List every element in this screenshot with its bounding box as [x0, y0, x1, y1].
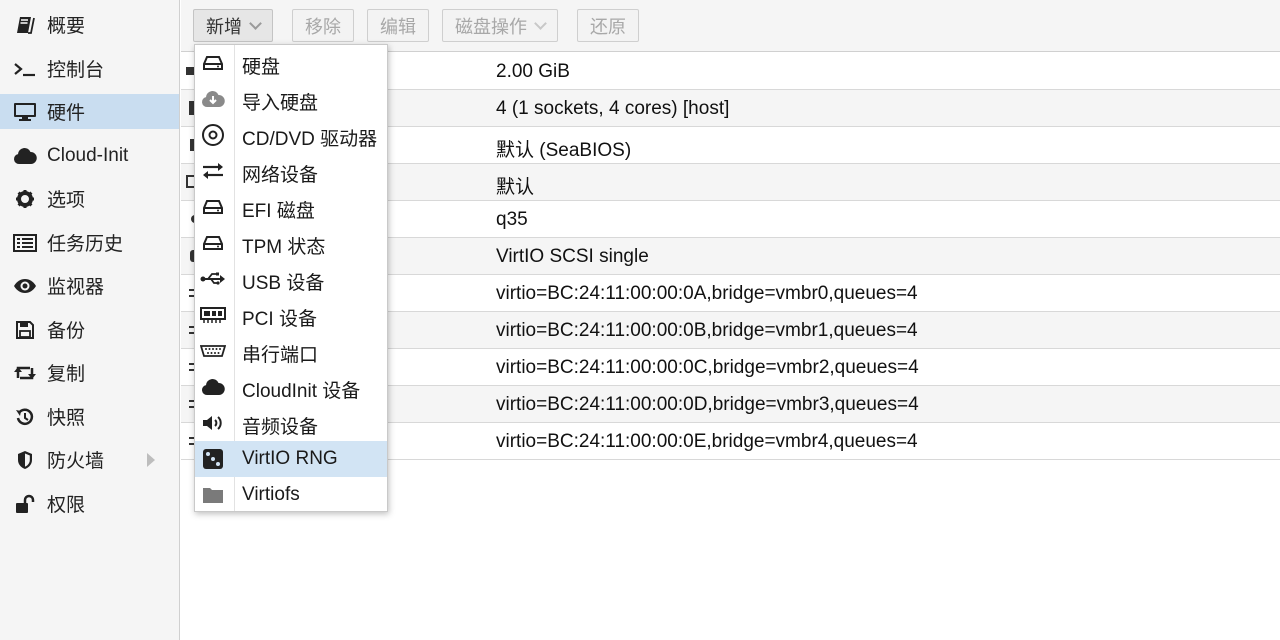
- sidebar-item-hardware[interactable]: 硬件: [0, 94, 179, 129]
- cloud-icon: [199, 374, 227, 400]
- floppy-icon: [12, 319, 38, 341]
- chevron-down-icon: [249, 16, 262, 30]
- table-cell-value: VirtIO SCSI single: [496, 246, 649, 267]
- edit-button[interactable]: 编辑: [367, 9, 429, 42]
- volume-icon: [199, 410, 227, 436]
- terminal-icon: [12, 58, 38, 80]
- table-cell-value: virtio=BC:24:11:00:00:0C,bridge=vmbr2,qu…: [496, 357, 919, 378]
- table-cell-value: virtio=BC:24:11:00:00:0D,bridge=vmbr3,qu…: [496, 394, 919, 415]
- table-cell-value: 2.00 GiB: [496, 61, 570, 82]
- disk-action-button[interactable]: 磁盘操作: [442, 9, 558, 42]
- menu-item-tpm-state[interactable]: TPM 状态: [195, 225, 387, 261]
- add-dropdown-menu: 硬盘 导入硬盘 CD/DVD 驱动器 网络设备 EFI 磁盘 TPM 状态 US…: [194, 44, 388, 512]
- remove-button[interactable]: 移除: [292, 9, 354, 42]
- menu-item-audio-device[interactable]: 音频设备: [195, 405, 387, 441]
- sidebar-item-monitor[interactable]: 监视器: [0, 268, 179, 303]
- sidebar-item-label: 防火墙: [47, 451, 105, 472]
- sidebar: 概要 控制台 硬件 Cloud-Init 选项 任务历史 监视器 备份 复制 快…: [0, 0, 180, 640]
- menu-item-cloudinit-device[interactable]: CloudInit 设备: [195, 369, 387, 405]
- gear-icon: [12, 188, 38, 210]
- eye-icon: [12, 275, 38, 297]
- book-icon: [12, 14, 38, 36]
- table-cell-value: virtio=BC:24:11:00:00:0E,bridge=vmbr4,qu…: [496, 431, 918, 452]
- pci-card-icon: [199, 302, 227, 328]
- dice-icon: [199, 446, 227, 472]
- usb-icon: [199, 266, 227, 292]
- menu-item-hard-disk[interactable]: 硬盘: [195, 45, 387, 81]
- sidebar-item-label: 权限: [47, 495, 86, 516]
- sidebar-item-snapshot[interactable]: 快照: [0, 399, 179, 434]
- cloud-icon: [12, 145, 38, 167]
- sidebar-item-label: 备份: [47, 321, 86, 342]
- sidebar-item-label: Cloud-Init: [47, 144, 129, 166]
- sidebar-item-task-history[interactable]: 任务历史: [0, 225, 179, 260]
- sidebar-item-label: 硬件: [47, 103, 86, 124]
- table-cell-value: q35: [496, 209, 528, 230]
- menu-item-cd-dvd-drive[interactable]: CD/DVD 驱动器: [195, 117, 387, 153]
- folder-icon: [199, 482, 227, 508]
- sidebar-item-label: 控制台: [47, 60, 105, 81]
- menu-item-serial-port[interactable]: 串行端口: [195, 333, 387, 369]
- cloud-download-icon: [199, 86, 227, 112]
- table-cell-value: 4 (1 sockets, 4 cores) [host]: [496, 98, 730, 119]
- table-cell-value: virtio=BC:24:11:00:00:0B,bridge=vmbr1,qu…: [496, 320, 918, 341]
- expand-arrow-icon[interactable]: [147, 453, 155, 467]
- add-button[interactable]: 新增: [193, 9, 273, 42]
- cdrom-icon: [199, 122, 227, 148]
- sidebar-item-firewall[interactable]: 防火墙: [0, 442, 179, 477]
- sidebar-item-permissions[interactable]: 权限: [0, 486, 179, 521]
- sidebar-item-summary[interactable]: 概要: [0, 7, 179, 42]
- unlock-icon: [12, 493, 38, 515]
- sidebar-item-label: 选项: [47, 190, 86, 211]
- menu-item-network-device[interactable]: 网络设备: [195, 153, 387, 189]
- sidebar-item-options[interactable]: 选项: [0, 181, 179, 216]
- sidebar-item-label: 任务历史: [47, 234, 124, 255]
- sidebar-item-cloud-init[interactable]: Cloud-Init: [0, 138, 179, 173]
- retweet-icon: [12, 362, 38, 384]
- exchange-icon: [199, 158, 227, 184]
- menu-item-usb-device[interactable]: USB 设备: [195, 261, 387, 297]
- menu-item-virtiofs[interactable]: Virtiofs: [195, 477, 387, 513]
- sidebar-item-label: 监视器: [47, 277, 105, 298]
- sidebar-item-console[interactable]: 控制台: [0, 51, 179, 86]
- chevron-down-icon: [534, 16, 547, 30]
- revert-button[interactable]: 还原: [577, 9, 639, 42]
- sidebar-item-backup[interactable]: 备份: [0, 312, 179, 347]
- sidebar-item-label: 快照: [47, 408, 86, 429]
- hdd-icon: [199, 230, 227, 256]
- list-icon: [12, 232, 38, 254]
- sidebar-item-label: 复制: [47, 364, 86, 385]
- sidebar-item-label: 概要: [47, 16, 86, 37]
- sidebar-item-replication[interactable]: 复制: [0, 355, 179, 390]
- table-cell-value: virtio=BC:24:11:00:00:0A,bridge=vmbr0,qu…: [496, 283, 918, 304]
- table-cell-value: 默认 (SeaBIOS): [496, 140, 632, 161]
- menu-item-import-disk[interactable]: 导入硬盘: [195, 81, 387, 117]
- monitor-icon: [12, 101, 38, 123]
- menu-item-efi-disk[interactable]: EFI 磁盘: [195, 189, 387, 225]
- history-icon: [12, 406, 38, 428]
- shield-icon: [12, 449, 38, 471]
- hdd-icon: [199, 194, 227, 220]
- table-cell-value: 默认: [496, 177, 535, 198]
- serial-port-icon: [199, 338, 227, 364]
- hdd-icon: [199, 50, 227, 76]
- menu-item-pci-device[interactable]: PCI 设备: [195, 297, 387, 333]
- menu-item-virtio-rng[interactable]: VirtIO RNG: [195, 441, 387, 477]
